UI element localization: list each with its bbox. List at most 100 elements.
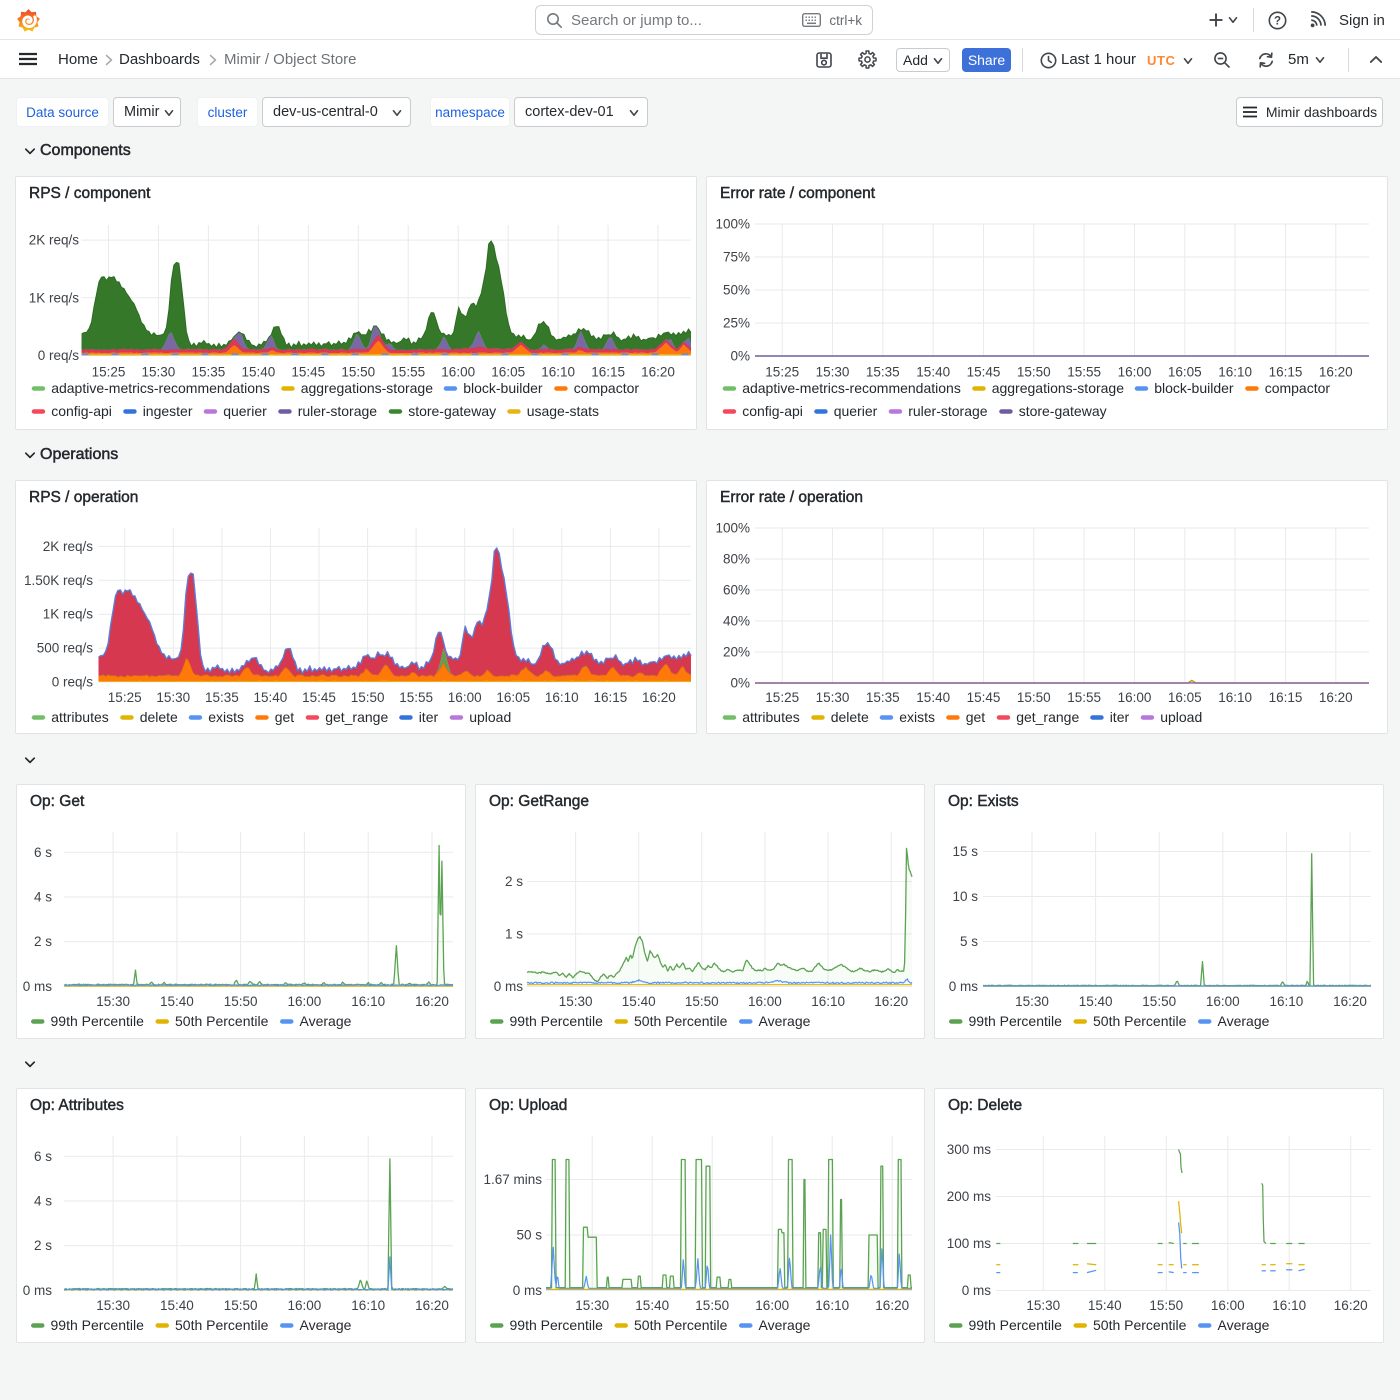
svg-text:16:20: 16:20 (1319, 365, 1353, 380)
svg-text:15:45: 15:45 (967, 365, 1001, 380)
svg-text:15:50: 15:50 (1017, 690, 1051, 705)
svg-text:?: ? (1274, 15, 1281, 27)
svg-text:get: get (966, 709, 986, 725)
svg-text:99th Percentile: 99th Percentile (510, 1317, 604, 1333)
svg-text:16:05: 16:05 (496, 690, 530, 705)
svg-text:16:20: 16:20 (415, 994, 449, 1009)
svg-text:16:00: 16:00 (748, 994, 782, 1009)
svg-text:adaptive-metrics-recommendatio: adaptive-metrics-recommendations (742, 380, 961, 396)
svg-text:15:30: 15:30 (96, 1298, 130, 1313)
svg-text:16:00: 16:00 (448, 690, 482, 705)
svg-text:15:25: 15:25 (92, 365, 126, 380)
svg-text:exists: exists (208, 709, 244, 725)
svg-text:15:50: 15:50 (685, 994, 719, 1009)
svg-text:0 ms: 0 ms (494, 979, 524, 994)
svg-text:15:35: 15:35 (866, 690, 900, 705)
svg-text:16:20: 16:20 (415, 1298, 449, 1313)
svg-text:50th Percentile: 50th Percentile (634, 1013, 728, 1029)
svg-text:1.67 mins: 1.67 mins (483, 1172, 542, 1187)
svg-text:0 req/s: 0 req/s (38, 348, 80, 363)
svg-text:15:40: 15:40 (635, 1298, 669, 1313)
svg-text:Error rate / operation: Error rate / operation (720, 489, 863, 506)
svg-text:1K req/s: 1K req/s (29, 290, 80, 305)
svg-text:ingester: ingester (143, 403, 193, 419)
svg-text:15:25: 15:25 (108, 690, 142, 705)
svg-text:config-api: config-api (51, 403, 112, 419)
svg-text:15:55: 15:55 (1067, 365, 1101, 380)
svg-text:99th Percentile: 99th Percentile (51, 1317, 145, 1333)
svg-text:15:40: 15:40 (1079, 994, 1113, 1009)
svg-text:16:00: 16:00 (755, 1298, 789, 1313)
svg-text:15:40: 15:40 (160, 994, 194, 1009)
svg-text:16:20: 16:20 (874, 994, 908, 1009)
svg-text:delete: delete (831, 709, 869, 725)
svg-text:16:10: 16:10 (545, 690, 579, 705)
svg-text:99th Percentile: 99th Percentile (969, 1013, 1063, 1029)
svg-text:2K req/s: 2K req/s (29, 233, 80, 248)
svg-text:15:45: 15:45 (967, 690, 1001, 705)
svg-text:1 s: 1 s (505, 927, 523, 942)
svg-text:15:55: 15:55 (391, 365, 425, 380)
svg-text:15:40: 15:40 (916, 690, 950, 705)
svg-text:15:50: 15:50 (1017, 365, 1051, 380)
svg-text:iter: iter (1110, 709, 1130, 725)
svg-text:Op: Get: Op: Get (30, 793, 85, 810)
svg-text:16:15: 16:15 (591, 365, 625, 380)
svg-text:16:15: 16:15 (1269, 365, 1303, 380)
svg-text:usage-stats: usage-stats (527, 403, 599, 419)
svg-text:50th Percentile: 50th Percentile (1093, 1317, 1187, 1333)
svg-text:0 ms: 0 ms (23, 979, 53, 994)
svg-text:16:10: 16:10 (811, 994, 845, 1009)
svg-text:15:55: 15:55 (399, 690, 433, 705)
svg-text:15:50: 15:50 (224, 1298, 258, 1313)
svg-text:200 ms: 200 ms (947, 1189, 992, 1204)
svg-text:block-builder: block-builder (463, 380, 543, 396)
svg-text:16:00: 16:00 (1118, 365, 1152, 380)
svg-text:2K req/s: 2K req/s (43, 539, 94, 554)
svg-text:16:10: 16:10 (1270, 994, 1304, 1009)
svg-text:Op: Attributes: Op: Attributes (30, 1097, 124, 1114)
svg-text:300 ms: 300 ms (947, 1142, 992, 1157)
svg-text:6 s: 6 s (34, 845, 52, 860)
svg-text:15:40: 15:40 (254, 690, 288, 705)
svg-text:get_range: get_range (325, 709, 388, 725)
svg-text:Average: Average (300, 1013, 352, 1029)
svg-text:1K req/s: 1K req/s (43, 607, 94, 622)
svg-text:0 ms: 0 ms (23, 1283, 53, 1298)
svg-text:15:30: 15:30 (1026, 1298, 1060, 1313)
svg-text:aggregations-storage: aggregations-storage (992, 380, 1125, 396)
svg-text:25%: 25% (723, 316, 750, 331)
svg-text:15:40: 15:40 (1088, 1298, 1122, 1313)
svg-text:15:50: 15:50 (695, 1298, 729, 1313)
svg-text:99th Percentile: 99th Percentile (510, 1013, 604, 1029)
svg-text:10 s: 10 s (952, 889, 978, 904)
svg-text:get_range: get_range (1016, 709, 1079, 725)
svg-text:20%: 20% (723, 645, 750, 660)
svg-text:16:10: 16:10 (1272, 1298, 1306, 1313)
svg-text:0%: 0% (730, 349, 750, 364)
svg-text:Error rate / component: Error rate / component (720, 185, 876, 202)
svg-text:100 ms: 100 ms (947, 1236, 992, 1251)
svg-text:99th Percentile: 99th Percentile (51, 1013, 145, 1029)
svg-text:16:10: 16:10 (1218, 690, 1252, 705)
svg-text:6 s: 6 s (34, 1149, 52, 1164)
svg-text:16:00: 16:00 (1206, 994, 1240, 1009)
svg-text:4 s: 4 s (34, 1194, 52, 1209)
svg-text:2 s: 2 s (34, 1238, 52, 1253)
svg-text:50 s: 50 s (516, 1228, 542, 1243)
svg-text:500 req/s: 500 req/s (37, 641, 94, 656)
svg-text:15:40: 15:40 (242, 365, 276, 380)
svg-text:100%: 100% (715, 521, 750, 536)
svg-text:15:35: 15:35 (192, 365, 226, 380)
svg-text:2 s: 2 s (34, 934, 52, 949)
svg-text:upload: upload (469, 709, 511, 725)
svg-text:16:00: 16:00 (441, 365, 475, 380)
svg-text:15:25: 15:25 (765, 690, 799, 705)
svg-text:querier: querier (834, 403, 878, 419)
svg-text:15:45: 15:45 (291, 365, 325, 380)
svg-text:15:50: 15:50 (1142, 994, 1176, 1009)
svg-text:15:30: 15:30 (816, 365, 850, 380)
svg-text:15:45: 15:45 (302, 690, 336, 705)
svg-text:16:15: 16:15 (594, 690, 628, 705)
svg-text:15:30: 15:30 (816, 690, 850, 705)
